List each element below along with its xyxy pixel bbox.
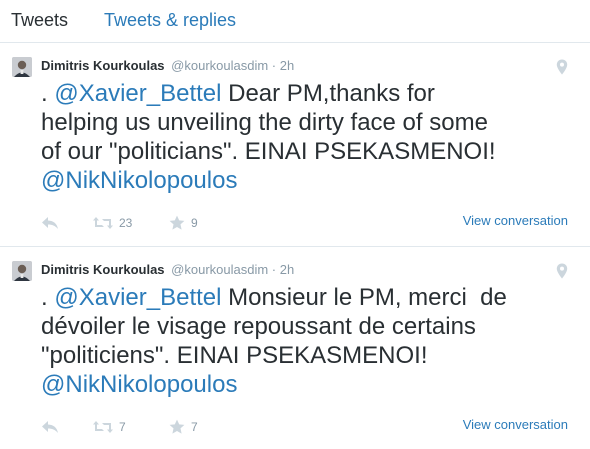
tweet-line: of our "politicians". EINAI PSEKASMENOI!: [41, 138, 496, 165]
favorite-count: 7: [191, 420, 198, 434]
reply-icon: [42, 421, 58, 433]
tweet-line: helping us unveiling the dirty face of s…: [41, 109, 488, 136]
view-conversation-link[interactable]: View conversation: [463, 417, 568, 432]
mention-link[interactable]: @Xavier_Bettel: [54, 284, 221, 311]
favorite-button[interactable]: 7: [169, 417, 198, 437]
separator-dot: ·: [271, 262, 277, 277]
tweet-line: "politiciens". EINAI PSEKASMENOI!: [41, 342, 428, 369]
star-icon: [169, 419, 185, 434]
location-pin-icon[interactable]: [556, 263, 568, 279]
avatar[interactable]: [12, 261, 32, 281]
mention-link[interactable]: @NikNikolopoulos: [41, 167, 237, 194]
tweet-text: . @Xavier_Bettel Monsieur le PM, merci d…: [41, 283, 581, 399]
author-handle[interactable]: @kourkoulasdim: [171, 262, 268, 277]
tab-tweets[interactable]: Tweets: [11, 10, 68, 31]
reply-icon: [42, 217, 58, 229]
mention-link[interactable]: @Xavier_Bettel: [54, 80, 221, 107]
author-handle[interactable]: @kourkoulasdim: [171, 58, 268, 73]
reply-button[interactable]: [41, 417, 59, 437]
tweet-actions: 7 7 View conversation: [41, 417, 581, 437]
tweet-line: . @Xavier_Bettel Dear PM,thanks for: [41, 79, 581, 108]
retweet-count: 23: [119, 216, 133, 230]
reply-button[interactable]: [41, 213, 59, 233]
author-name[interactable]: Dimitris Kourkoulas: [41, 58, 165, 73]
retweet-icon: [93, 421, 113, 433]
tweet-text-prefix: .: [41, 284, 55, 311]
tweet-line: . @Xavier_Bettel Monsieur le PM, merci d…: [41, 283, 581, 312]
favorite-button[interactable]: 9: [169, 213, 198, 233]
tab-tweets-and-replies[interactable]: Tweets & replies: [104, 10, 236, 31]
tweet-text: . @Xavier_Bettel Dear PM,thanks for help…: [41, 79, 581, 195]
tweet[interactable]: Dimitris Kourkoulas @kourkoulasdim · 2h …: [0, 43, 590, 247]
retweet-icon: [93, 217, 113, 229]
author-name[interactable]: Dimitris Kourkoulas: [41, 262, 165, 277]
tweet-text-span: Dear PM,thanks for: [221, 80, 435, 107]
retweet-button[interactable]: 23: [93, 213, 132, 233]
tweet-line: @NikNikolopoulos: [41, 370, 581, 399]
separator-dot: ·: [271, 58, 277, 73]
view-conversation-link[interactable]: View conversation: [463, 213, 568, 228]
mention-link[interactable]: @NikNikolopoulos: [41, 371, 237, 398]
favorite-count: 9: [191, 216, 198, 230]
tweet-line: @NikNikolopoulos: [41, 166, 581, 195]
location-pin-icon[interactable]: [556, 59, 568, 75]
tweet-line: dévoiler le visage repoussant de certain…: [41, 313, 476, 340]
tweet-text-prefix: .: [41, 80, 55, 107]
tweet-header: Dimitris Kourkoulas @kourkoulasdim · 2h: [41, 262, 294, 277]
star-icon: [169, 215, 185, 230]
tweet-text-span: Monsieur le PM, merci de: [221, 284, 507, 311]
tweet[interactable]: Dimitris Kourkoulas @kourkoulasdim · 2h …: [0, 247, 590, 449]
avatar[interactable]: [12, 57, 32, 77]
tweet-header: Dimitris Kourkoulas @kourkoulasdim · 2h: [41, 58, 294, 73]
retweet-count: 7: [119, 420, 126, 434]
retweet-button[interactable]: 7: [93, 417, 126, 437]
timestamp[interactable]: 2h: [280, 262, 294, 277]
profile-tabs: Tweets Tweets & replies: [0, 0, 590, 43]
timestamp[interactable]: 2h: [280, 58, 294, 73]
tweet-actions: 23 9 View conversation: [41, 213, 581, 233]
